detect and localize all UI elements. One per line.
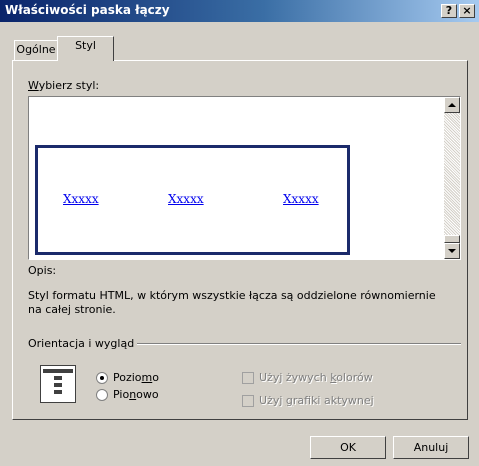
tab-ogolne[interactable]: Ogólne (14, 40, 58, 60)
preview-link-3: Xxxxx (283, 192, 319, 206)
group-divider (137, 343, 461, 345)
arrow-up-icon (448, 103, 456, 107)
help-button[interactable]: ? (441, 4, 457, 18)
radio-vertical-label[interactable]: Pionowo (113, 388, 159, 401)
scroll-thumb[interactable] (444, 235, 460, 243)
active-graphics-label[interactable]: Użyj grafiki aktywnej (259, 394, 374, 407)
radio-horizontal[interactable] (96, 372, 108, 384)
preview-link-1: Xxxxx (63, 192, 99, 206)
radio-horizontal-label[interactable]: Poziomo (113, 371, 159, 384)
vivid-colors-checkbox[interactable] (242, 372, 254, 384)
radio-vertical[interactable] (96, 389, 108, 401)
scroll-up-button[interactable] (444, 97, 460, 113)
description-text: Styl formatu HTML, w którym wszystkie łą… (28, 289, 436, 316)
preview-link-2: Xxxxx (168, 192, 204, 206)
active-graphics-checkbox[interactable] (242, 395, 254, 407)
scroll-down-button[interactable] (444, 243, 460, 259)
style-list-label: Wybierz styl: (28, 79, 100, 92)
radio-dot (100, 376, 104, 380)
window-title: Właściwości paska łączy (5, 3, 170, 17)
close-button[interactable]: × (459, 4, 475, 18)
description-label: Opis: (28, 264, 57, 277)
orientation-group-label: Orientacja i wygląd (28, 337, 135, 350)
tab-styl[interactable]: Styl (57, 36, 114, 61)
arrow-down-icon (448, 249, 456, 253)
ok-button[interactable]: OK (310, 436, 386, 459)
vivid-colors-label[interactable]: Użyj żywych kolorów (259, 371, 373, 384)
cancel-button[interactable]: Anuluj (393, 436, 469, 459)
horizontal-layout-icon (40, 365, 76, 403)
style-preview: Xxxxx Xxxxx Xxxxx (35, 145, 350, 255)
